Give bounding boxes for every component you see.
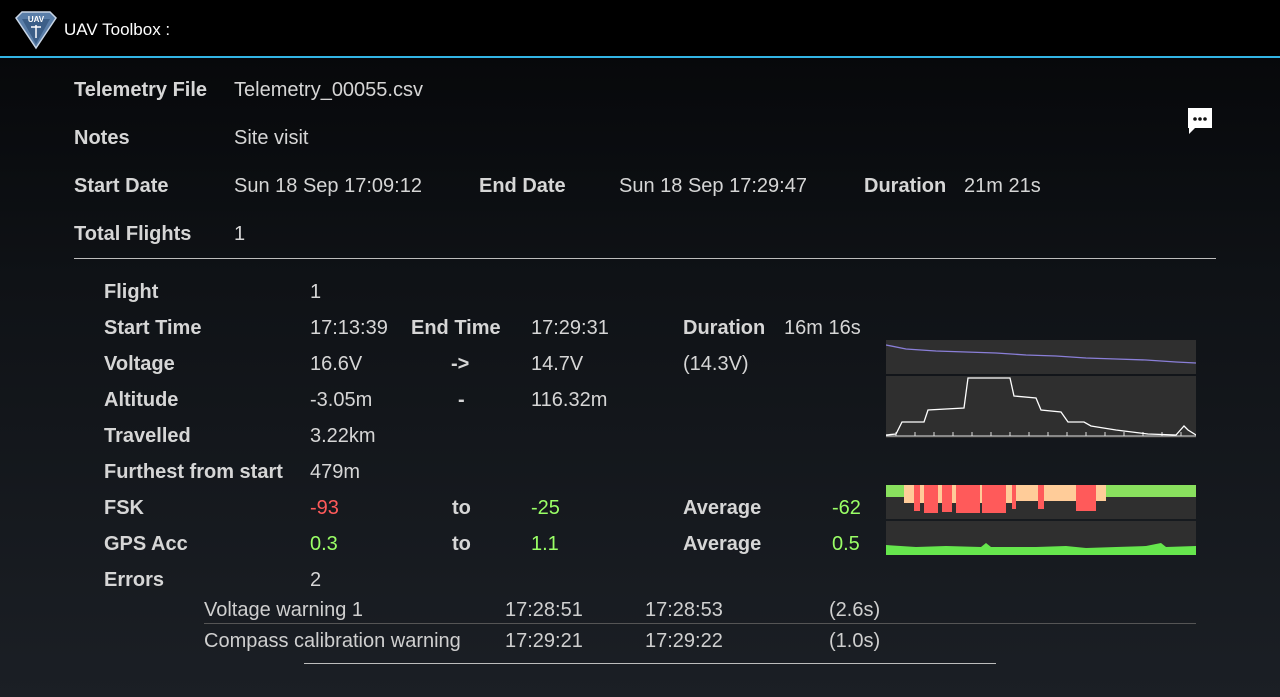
- error-row-divider: [204, 623, 1196, 624]
- gps-max-value: 1.1: [531, 533, 559, 555]
- voltage-label: Voltage: [104, 353, 175, 375]
- flight-duration-value: 16m 16s: [784, 317, 861, 339]
- error-end: 17:28:53: [645, 599, 723, 621]
- travelled-label: Travelled: [104, 425, 191, 447]
- voltage-altitude-graph: [886, 340, 1196, 438]
- flight-duration-label: Duration: [683, 317, 766, 339]
- fsk-average-value: -62: [832, 497, 861, 519]
- start-date-label: Start Date: [74, 175, 169, 197]
- flight-label: Flight: [104, 281, 159, 303]
- gps-min-value: 0.3: [310, 533, 338, 555]
- notes-label: Notes: [74, 127, 130, 149]
- errors-label: Errors: [104, 569, 165, 591]
- gps-acc-label: GPS Acc: [104, 533, 188, 555]
- fsk-red-bar: [1012, 485, 1016, 509]
- altitude-max-value: 116.32m: [531, 389, 608, 411]
- fsk-gps-graph: [886, 485, 1196, 555]
- fsk-average-label: Average: [683, 497, 762, 519]
- total-flights-label: Total Flights: [74, 223, 192, 245]
- chat-bubble-icon[interactable]: [1186, 106, 1214, 136]
- summary-divider: [74, 258, 1216, 259]
- app-logo-icon[interactable]: UAV: [14, 10, 58, 50]
- fsk-label: FSK: [104, 497, 144, 519]
- error-length: (2.6s): [829, 599, 881, 621]
- fsk-red-bar: [1076, 485, 1096, 511]
- altitude-min-value: -3.05m: [310, 389, 373, 411]
- notes-value: Site visit: [234, 127, 309, 149]
- start-time-label: Start Time: [104, 317, 202, 339]
- end-date-value: Sun 18 Sep 17:29:47: [619, 175, 807, 197]
- start-date-value: Sun 18 Sep 17:09:12: [234, 175, 422, 197]
- gps-average-label: Average: [683, 533, 762, 555]
- voltage-min-value: (14.3V): [683, 353, 749, 375]
- voltage-start-value: 16.6V: [310, 353, 363, 375]
- error-name: Compass calibration warning: [204, 630, 461, 652]
- error-start: 17:29:21: [505, 630, 583, 652]
- altitude-label: Altitude: [104, 389, 179, 411]
- voltage-graph-bg: [886, 340, 1196, 374]
- furthest-label: Furthest from start: [104, 461, 283, 483]
- fsk-red-bar: [982, 485, 1006, 513]
- app-title: UAV Toolbox :: [64, 20, 171, 39]
- fsk-min-value: -93: [310, 497, 339, 519]
- fsk-red-bar: [914, 485, 920, 511]
- voltage-end-value: 14.7V: [531, 353, 584, 375]
- telemetry-file-label: Telemetry File: [74, 79, 208, 101]
- errors-value: 2: [310, 569, 322, 591]
- end-time-label: End Time: [411, 317, 501, 339]
- fsk-red-bar: [1038, 485, 1044, 509]
- fsk-max-value: -25: [531, 497, 560, 519]
- fsk-red-bar: [956, 485, 980, 513]
- travelled-value: 3.22km: [310, 425, 376, 447]
- end-date-label: End Date: [479, 175, 566, 197]
- error-start: 17:28:51: [505, 599, 583, 621]
- telemetry-file-value: Telemetry_00055.csv: [234, 79, 423, 101]
- error-end: 17:29:22: [645, 630, 723, 652]
- end-time-value: 17:29:31: [531, 317, 609, 339]
- fsk-red-bar: [924, 485, 938, 513]
- furthest-value: 479m: [310, 461, 361, 483]
- action-bar: UAV UAV Toolbox :: [0, 0, 1280, 58]
- fsk-to-label: to: [452, 497, 471, 519]
- altitude-graph-bg: [886, 376, 1196, 438]
- start-time-value: 17:13:39: [310, 317, 388, 339]
- logo-text: UAV: [28, 15, 45, 24]
- error-name: Voltage warning 1: [204, 599, 364, 621]
- total-duration-label: Duration: [864, 175, 947, 197]
- total-flights-value: 1: [234, 223, 246, 245]
- altitude-separator: -: [458, 389, 465, 411]
- flight-value: 1: [310, 281, 322, 303]
- gps-average-value: 0.5: [832, 533, 860, 555]
- error-length: (1.0s): [829, 630, 881, 652]
- fsk-red-bar: [942, 485, 952, 512]
- gps-to-label: to: [452, 533, 471, 555]
- flight-divider: [304, 663, 996, 664]
- total-duration-value: 21m 21s: [964, 175, 1041, 197]
- voltage-arrow: ->: [451, 353, 470, 375]
